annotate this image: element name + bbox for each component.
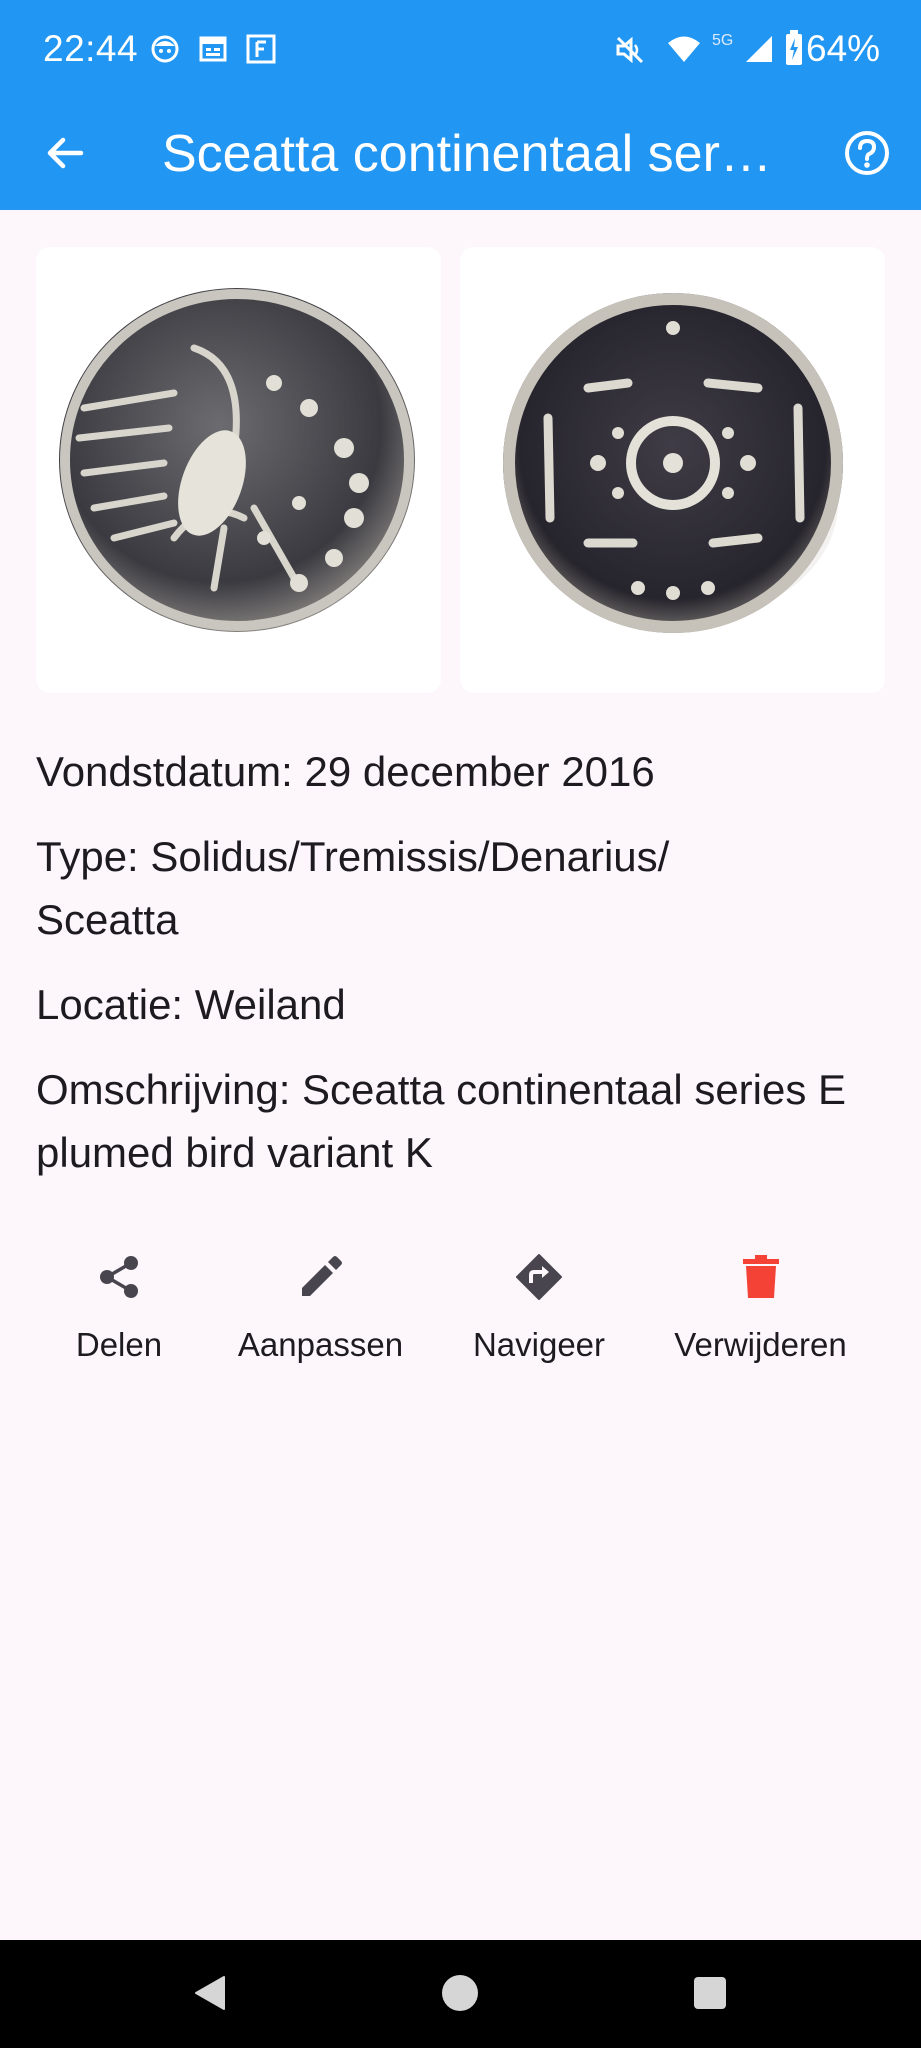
find-type: Type: Solidus/Tremissis/Denarius/ Sceatt… [36,833,670,943]
nav-home-icon [440,1973,480,2018]
edit-pencil-icon [294,1250,348,1304]
share-button[interactable]: Delen [58,1250,180,1364]
nav-home-button[interactable] [435,1970,485,2020]
edit-label: Aanpassen [237,1326,404,1363]
battery-charging-icon [784,30,804,71]
system-nav-bar [0,1940,921,2048]
share-icon [92,1250,146,1304]
navigate-button[interactable]: Navigeer [465,1250,613,1364]
page-title: Sceatta continentaal series E plumed bir… [162,125,772,183]
arrow-back-icon [45,133,85,178]
f-app-notification-icon [246,34,276,69]
photo-reverse[interactable] [460,247,885,693]
face-notification-icon [150,34,180,69]
mute-icon [614,34,646,71]
delete-label: Verwijderen [674,1326,847,1363]
help-circle-icon [843,129,891,182]
directions-icon [512,1250,566,1304]
battery-percent: 64% [806,28,881,69]
nav-back-icon [190,1973,230,2018]
find-location: Locatie: Weiland [36,981,346,1028]
wifi-icon [666,34,702,69]
delete-icon [734,1250,788,1304]
nav-recents-button[interactable] [685,1970,735,2020]
network-type: 5G [712,32,734,49]
photo-obverse[interactable] [36,247,441,693]
coin-reverse-image [488,288,858,653]
edit-button[interactable]: Aanpassen [228,1250,413,1364]
status-bar: 22:44 5G 64% [0,0,921,100]
help-button[interactable] [832,120,902,190]
navigate-label: Navigeer [472,1326,606,1363]
nav-back-button[interactable] [185,1970,235,2020]
back-button[interactable] [30,120,100,190]
share-label: Delen [75,1326,163,1363]
status-time: 22:44 [43,28,139,69]
find-date: Vondstdatum: 29 december 2016 [36,748,655,795]
coin-obverse-image [54,287,424,653]
calendar-notification-icon [198,34,228,69]
signal-icon [744,34,774,69]
delete-button[interactable]: Verwijderen [663,1250,858,1364]
nav-recents-icon [692,1975,728,2016]
action-bar: Delen Aanpassen Navigeer Verwijderen [0,1250,921,1390]
app-bar: Sceatta continentaal series E plumed bir… [0,100,921,210]
find-description: Omschrijving: Sceatta continentaal serie… [36,1066,847,1176]
